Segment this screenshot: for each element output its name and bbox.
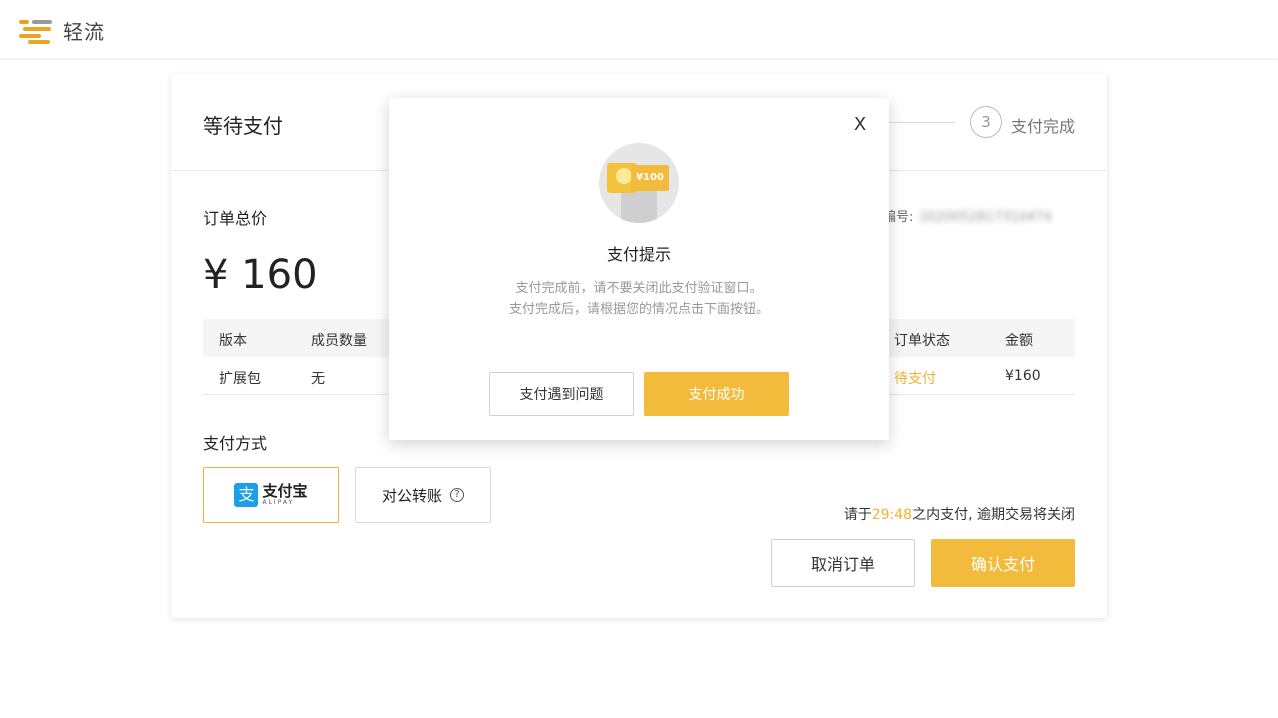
logo-icon bbox=[19, 19, 53, 44]
col-version: 版本 bbox=[219, 333, 247, 349]
modal-description: 支付完成前，请不要关闭此支付验证窗口。 支付完成后，请根据您的情况点击下面按钮。 bbox=[389, 278, 889, 320]
alipay-logo: 支 支付宝 ALIPAY bbox=[234, 482, 308, 507]
page-title: 等待支付 bbox=[203, 114, 283, 138]
col-amount: 金额 bbox=[1005, 333, 1033, 349]
step-number: 3 bbox=[970, 106, 1002, 138]
alipay-name: 支付宝 bbox=[262, 482, 308, 500]
confirm-payment-button[interactable]: 确认支付 bbox=[931, 539, 1075, 587]
order-total-label: 订单总价 bbox=[203, 209, 268, 228]
payment-method-label: 支付方式 bbox=[203, 434, 268, 453]
top-bar: 轻流 bbox=[0, 0, 1278, 58]
countdown-suffix: 之内支付, 逾期交易将关闭 bbox=[912, 507, 1075, 523]
step-label: 支付完成 bbox=[1011, 117, 1076, 136]
logo[interactable]: 轻流 bbox=[19, 16, 105, 45]
alipay-subname: ALIPAY bbox=[262, 499, 295, 506]
cell-status: 待支付 bbox=[894, 371, 936, 387]
cell-members: 无 bbox=[311, 371, 325, 387]
payment-problem-button[interactable]: 支付遇到问题 bbox=[489, 372, 634, 416]
modal-desc-line-2: 支付完成后，请根据您的情况点击下面按钮。 bbox=[508, 302, 769, 317]
alipay-icon: 支 bbox=[234, 483, 259, 507]
step-connector bbox=[889, 122, 955, 123]
alipay-option[interactable]: 支 支付宝 ALIPAY bbox=[203, 467, 339, 523]
cell-version: 扩展包 bbox=[219, 371, 261, 387]
countdown-time: 29:48 bbox=[871, 507, 913, 523]
cell-amount: ¥160 bbox=[1005, 368, 1041, 384]
countdown-prefix: 请于 bbox=[843, 507, 872, 523]
payment-illustration: ¥100 bbox=[599, 143, 679, 223]
order-number-value: 2020052817310474 bbox=[919, 210, 1052, 225]
bank-transfer-label: 对公转账 bbox=[381, 486, 442, 505]
order-number: 编号: 2020052817310474 bbox=[883, 206, 1052, 225]
close-icon[interactable]: X bbox=[851, 116, 869, 134]
col-members: 成员数量 bbox=[311, 333, 367, 349]
order-price: ¥ 160 bbox=[203, 252, 318, 298]
help-icon[interactable]: ? bbox=[450, 488, 464, 502]
payment-success-button[interactable]: 支付成功 bbox=[644, 372, 789, 416]
payment-countdown: 请于29:48之内支付, 逾期交易将关闭 bbox=[844, 504, 1075, 524]
modal-title: 支付提示 bbox=[606, 245, 671, 264]
col-status: 订单状态 bbox=[894, 333, 950, 349]
bank-transfer-option[interactable]: 对公转账 ? bbox=[355, 467, 491, 523]
illustration-amount: ¥100 bbox=[631, 165, 669, 191]
payment-tip-modal: X ¥100 支付提示 支付完成前，请不要关闭此支付验证窗口。 支付完成后，请根… bbox=[389, 98, 889, 440]
modal-desc-line-1: 支付完成前，请不要关闭此支付验证窗口。 bbox=[515, 281, 763, 296]
app-name: 轻流 bbox=[63, 20, 105, 44]
cancel-order-button[interactable]: 取消订单 bbox=[771, 539, 915, 587]
